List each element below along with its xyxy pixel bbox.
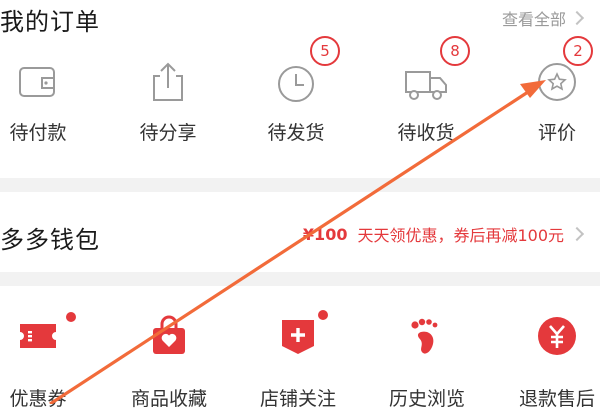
section-divider bbox=[0, 272, 600, 286]
star-bubble-icon bbox=[538, 63, 576, 101]
notification-dot bbox=[318, 310, 328, 320]
truck-icon bbox=[405, 71, 447, 100]
order-item-label: 待分享 bbox=[139, 122, 197, 144]
section-divider bbox=[0, 178, 600, 192]
orders-section-title: 我的订单 bbox=[0, 8, 100, 36]
promo-amount: ¥100 bbox=[302, 224, 348, 244]
order-item-label: 评价 bbox=[537, 122, 576, 144]
view-all-label: 查看全部 bbox=[501, 10, 566, 29]
wallet-item-label: 店铺关注 bbox=[259, 388, 336, 410]
chevron-right-icon bbox=[569, 10, 585, 26]
view-all-orders-link[interactable]: 查看全部 bbox=[501, 6, 585, 30]
wallet-section-title: 多多钱包 bbox=[0, 226, 100, 254]
order-item-label: 待发货 bbox=[267, 122, 325, 144]
order-status-row: 待付款 待分享 5 待发货 8 待收货 2 评价 bbox=[0, 36, 600, 162]
order-count-badge: 5 bbox=[310, 36, 340, 66]
wallet-promo-link[interactable]: ¥100 天天领优惠，券后再减100元 bbox=[302, 222, 585, 246]
wallet-item-label: 商品收藏 bbox=[130, 388, 207, 410]
chevron-right-icon bbox=[569, 226, 585, 242]
footprint-icon bbox=[411, 318, 438, 354]
refund-icon bbox=[538, 317, 576, 355]
promo-text: 天天领优惠，券后再减100元 bbox=[357, 226, 564, 245]
clock-icon bbox=[278, 66, 314, 102]
wallet-item-label: 历史浏览 bbox=[388, 388, 465, 410]
order-item-label: 待付款 bbox=[9, 122, 67, 144]
favorites-bag-icon bbox=[153, 315, 185, 354]
share-icon bbox=[153, 62, 183, 101]
store-follow-icon bbox=[282, 320, 314, 354]
order-count-badge: 8 bbox=[440, 36, 470, 66]
notification-dot bbox=[66, 312, 76, 322]
order-count-badge: 2 bbox=[563, 36, 593, 66]
wallet-icon bbox=[19, 67, 55, 97]
wallet-item-label: 优惠券 bbox=[9, 388, 67, 410]
wallet-item-label: 退款售后 bbox=[518, 388, 595, 410]
order-item-label: 待收货 bbox=[397, 122, 455, 144]
coupon-icon bbox=[20, 324, 56, 348]
